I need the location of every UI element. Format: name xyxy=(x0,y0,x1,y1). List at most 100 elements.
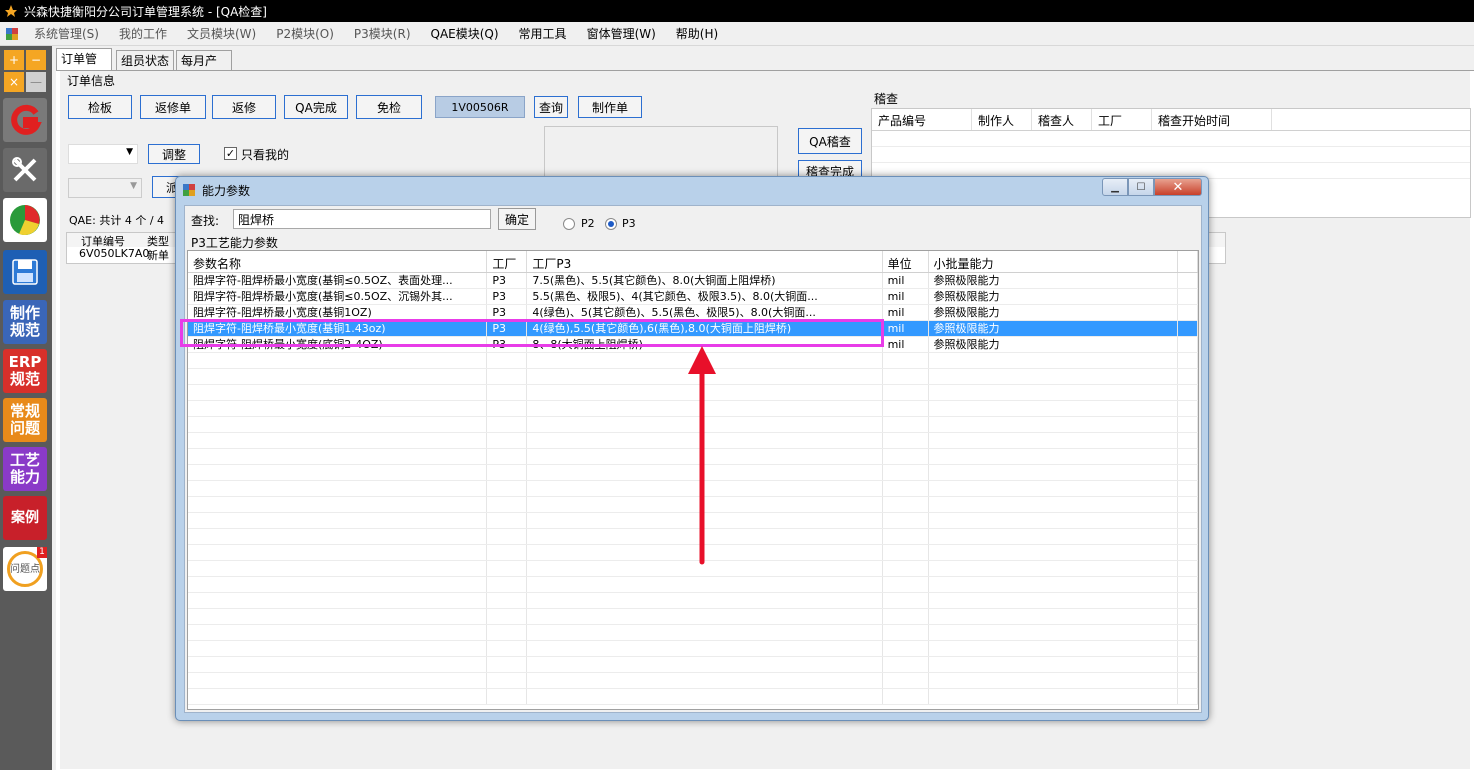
empty-cell xyxy=(883,465,929,480)
sidebar-g-logo-button[interactable] xyxy=(3,98,47,142)
sidebar-item-erp-spec[interactable]: ERP 规范 xyxy=(3,349,47,393)
tab-order-management[interactable]: 订单管理 xyxy=(56,48,112,83)
column-header[interactable]: 工厂 xyxy=(1092,109,1152,130)
empty-cell xyxy=(883,609,929,624)
empty-cell xyxy=(883,513,929,528)
sidebar-item-process-capability[interactable]: 工艺 能力 xyxy=(3,447,47,491)
count-text: QAE: 共计 4 个 / 4 xyxy=(69,214,165,227)
rework-order-button[interactable]: 返修单 xyxy=(140,95,206,119)
empty-cell xyxy=(487,353,528,368)
tab-monthly-output[interactable]: 每月产量 xyxy=(176,50,232,85)
empty-table-row xyxy=(188,625,1198,641)
sidebar-item-problem-points[interactable]: 问题点 1 xyxy=(3,547,47,591)
inspect-board-button[interactable]: 检板 xyxy=(68,95,132,119)
column-header-param-name[interactable]: 参数名称 xyxy=(188,251,488,272)
search-input[interactable] xyxy=(233,209,491,229)
qa-audit-button[interactable]: QA稽查 xyxy=(798,128,862,154)
empty-cell xyxy=(1178,433,1198,448)
sidebar-save-button[interactable] xyxy=(3,250,47,294)
empty-cell xyxy=(487,497,528,512)
rework-button[interactable]: 返修 xyxy=(212,95,276,119)
empty-cell xyxy=(188,497,488,512)
menu-system[interactable]: 系统管理(S) xyxy=(24,25,109,42)
menu-window[interactable]: 窗体管理(W) xyxy=(577,25,666,42)
column-header-plant-p3[interactable]: 工厂P3 xyxy=(527,251,883,272)
empty-table-row xyxy=(188,593,1198,609)
confirm-button[interactable]: 确定 xyxy=(498,208,536,230)
empty-cell xyxy=(188,577,488,592)
table-row[interactable]: 阻焊字符-阻焊桥最小宽度(基铜≤0.5OZ、沉锡外其... P3 5.5(黑色、… xyxy=(188,289,1198,305)
close-icon[interactable]: × xyxy=(4,72,24,92)
empty-cell xyxy=(487,401,528,416)
sidebar-tools-button[interactable] xyxy=(3,148,47,192)
filter-dropdown[interactable]: ▼ xyxy=(68,144,138,164)
order-no-cell: 6V050LK7A0 xyxy=(79,247,150,260)
unit-cell: mil xyxy=(883,289,929,304)
empty-cell xyxy=(1178,321,1198,336)
empty-table-row xyxy=(188,657,1198,673)
minimize-icon[interactable]: — xyxy=(26,72,46,92)
sidebar-item-label: 问题点 xyxy=(10,563,40,575)
sidebar-item-cases[interactable]: 案例 xyxy=(3,496,47,540)
column-header-unit[interactable]: 单位 xyxy=(883,251,929,272)
empty-cell xyxy=(1178,369,1198,384)
query-button[interactable]: 查询 xyxy=(534,96,568,118)
empty-table-row xyxy=(188,609,1198,625)
empty-cell xyxy=(188,433,488,448)
empty-cell xyxy=(487,449,528,464)
column-header-plant[interactable]: 工厂 xyxy=(487,251,528,272)
minus-icon[interactable]: − xyxy=(26,50,46,70)
table-row[interactable] xyxy=(872,147,1470,163)
empty-cell xyxy=(929,401,1179,416)
menu-clerk[interactable]: 文员模块(W) xyxy=(177,25,266,42)
column-header[interactable]: 稽查人 xyxy=(1032,109,1092,130)
menu-tools[interactable]: 常用工具 xyxy=(509,25,577,42)
only-mine-checkbox[interactable]: ✓ xyxy=(224,147,237,160)
sidebar-item-label: 问题 xyxy=(9,419,40,437)
empty-cell xyxy=(1178,641,1198,656)
radio-p3-label: P3 xyxy=(622,217,636,230)
plant-p3-cell: 5.5(黑色、极限5)、4(其它颜色、极限3.5)、8.0(大铜面... xyxy=(527,289,883,304)
radio-p3[interactable] xyxy=(605,218,617,230)
menu-my-work[interactable]: 我的工作 xyxy=(109,25,177,42)
radio-p2[interactable] xyxy=(563,218,575,230)
make-order-button[interactable]: 制作单 xyxy=(578,96,642,118)
empty-cell xyxy=(1178,481,1198,496)
app-logo-icon xyxy=(5,5,17,17)
menu-p2[interactable]: P2模块(O) xyxy=(266,25,344,42)
empty-cell xyxy=(527,657,883,672)
sidebar-chart-button[interactable] xyxy=(3,198,47,242)
empty-cell xyxy=(527,577,883,592)
chevron-down-icon: ▼ xyxy=(126,147,133,157)
column-header[interactable]: 稽查开始时间 xyxy=(1152,109,1272,130)
adjust-button[interactable]: 调整 xyxy=(148,144,200,164)
qa-complete-button[interactable]: QA完成 xyxy=(284,95,348,119)
column-header[interactable]: 制作人 xyxy=(972,109,1032,130)
column-header[interactable]: 产品编号 xyxy=(872,109,972,130)
menu-help[interactable]: 帮助(H) xyxy=(666,25,728,42)
table-row[interactable] xyxy=(872,131,1470,147)
small-batch-cell: 参照极限能力 xyxy=(929,305,1179,320)
dialog-title: 能力参数 xyxy=(202,183,251,198)
sidebar-item-common-issues[interactable]: 常规 问题 xyxy=(3,398,47,442)
sidebar-item-make-spec[interactable]: 制作 规范 xyxy=(3,300,47,344)
plus-icon[interactable]: + xyxy=(4,50,24,70)
only-mine-label: 只看我的 xyxy=(241,148,290,162)
maximize-window-icon[interactable]: ☐ xyxy=(1128,178,1154,196)
menu-p3[interactable]: P3模块(R) xyxy=(344,25,421,42)
column-header[interactable]: 订单编号 xyxy=(67,233,147,248)
empty-cell xyxy=(883,529,929,544)
status-dropdown[interactable]: ▼ xyxy=(68,178,142,198)
order-number-field[interactable]: 1V00506R xyxy=(435,96,525,118)
column-header-small-batch[interactable]: 小批量能力 xyxy=(929,251,1179,272)
mdi-child-icon[interactable] xyxy=(0,22,24,46)
table-row[interactable]: 阻焊字符-阻焊桥最小宽度(基铜≤0.5OZ、表面处理... P3 7.5(黑色)… xyxy=(188,273,1198,289)
empty-cell xyxy=(929,545,1179,560)
tab-team-status[interactable]: 组员状态 xyxy=(116,50,174,70)
empty-cell xyxy=(929,657,1179,672)
menu-qae[interactable]: QAE模块(Q) xyxy=(421,25,509,42)
empty-cell xyxy=(883,433,929,448)
minimize-window-icon[interactable]: ▁ xyxy=(1102,178,1128,196)
close-window-icon[interactable]: ✕ xyxy=(1154,178,1202,196)
exempt-button[interactable]: 免检 xyxy=(356,95,422,119)
